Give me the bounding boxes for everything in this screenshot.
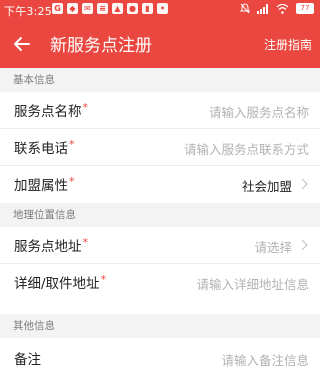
- page-title: 新服务点注册: [50, 36, 152, 56]
- more-notification-icon: •: [157, 3, 168, 14]
- phone-label: 联系电话*: [14, 138, 75, 157]
- battery-icon: 77: [296, 3, 314, 14]
- phone-row[interactable]: 联系电话* 请输入服务点联系方式: [0, 129, 320, 166]
- section-basic-info: 基本信息: [0, 68, 320, 92]
- chevron-right-icon: [301, 239, 308, 251]
- mail-notification-icon: ✉: [82, 3, 93, 14]
- detail-address-row[interactable]: 详细/取件地址* 请输入详细地址信息: [0, 264, 320, 301]
- remark-label: 备注: [14, 352, 41, 368]
- warning-notification-icon: ▲: [112, 3, 123, 14]
- nav-bar: 新服务点注册 注册指南: [0, 22, 320, 66]
- wifi-icon: [276, 3, 289, 14]
- app-header: 下午3:25 G ◆ ✉ ≡ ▲ ● ▮ • 77 新服务点注册 注册指南: [0, 0, 320, 68]
- required-mark: *: [69, 138, 75, 151]
- service-name-label: 服务点名称*: [14, 101, 89, 120]
- signal-icon: [257, 3, 268, 14]
- status-bar: 下午3:25 G ◆ ✉ ≡ ▲ ● ▮ • 77: [0, 0, 320, 20]
- detail-address-input[interactable]: 请输入详细地址信息: [196, 274, 309, 293]
- back-arrow-icon[interactable]: [10, 32, 34, 56]
- shield-notification-icon: ◆: [67, 3, 78, 14]
- remark-row[interactable]: 备注 请输入备注信息: [0, 340, 320, 377]
- franchise-type-label: 加盟属性*: [14, 175, 75, 194]
- system-icons: 77: [240, 3, 314, 14]
- phone-input[interactable]: 请输入服务点联系方式: [184, 139, 309, 158]
- service-address-select[interactable]: 请选择: [254, 237, 292, 256]
- required-mark: *: [100, 273, 107, 286]
- required-mark: *: [69, 175, 75, 188]
- chevron-right-icon: [301, 178, 308, 190]
- required-mark: *: [82, 236, 89, 249]
- service-address-row[interactable]: 服务点地址* 请选择: [0, 227, 320, 264]
- trash-notification-icon: ▮: [142, 3, 153, 14]
- franchise-type-value[interactable]: 社会加盟: [242, 176, 292, 195]
- detail-address-label: 详细/取件地址*: [14, 273, 107, 292]
- section-location-info: 地理位置信息: [0, 203, 320, 227]
- message-notification-icon: ≡: [97, 3, 108, 14]
- service-name-row[interactable]: 服务点名称* 请输入服务点名称: [0, 92, 320, 129]
- section-other-info: 其他信息: [0, 314, 320, 338]
- status-time: 下午3:25: [4, 5, 52, 18]
- service-address-label: 服务点地址*: [14, 236, 89, 255]
- service-name-input[interactable]: 请输入服务点名称: [209, 102, 309, 121]
- franchise-type-row[interactable]: 加盟属性* 社会加盟: [0, 166, 320, 203]
- mute-icon: [240, 3, 250, 14]
- remark-input[interactable]: 请输入备注信息: [221, 350, 309, 369]
- app-notification-icon: G: [52, 3, 63, 14]
- notification-icons: G ◆ ✉ ≡ ▲ ● ▮ •: [52, 3, 168, 14]
- person-notification-icon: ●: [127, 3, 138, 14]
- register-guide-link[interactable]: 注册指南: [264, 36, 312, 53]
- required-mark: *: [82, 101, 89, 114]
